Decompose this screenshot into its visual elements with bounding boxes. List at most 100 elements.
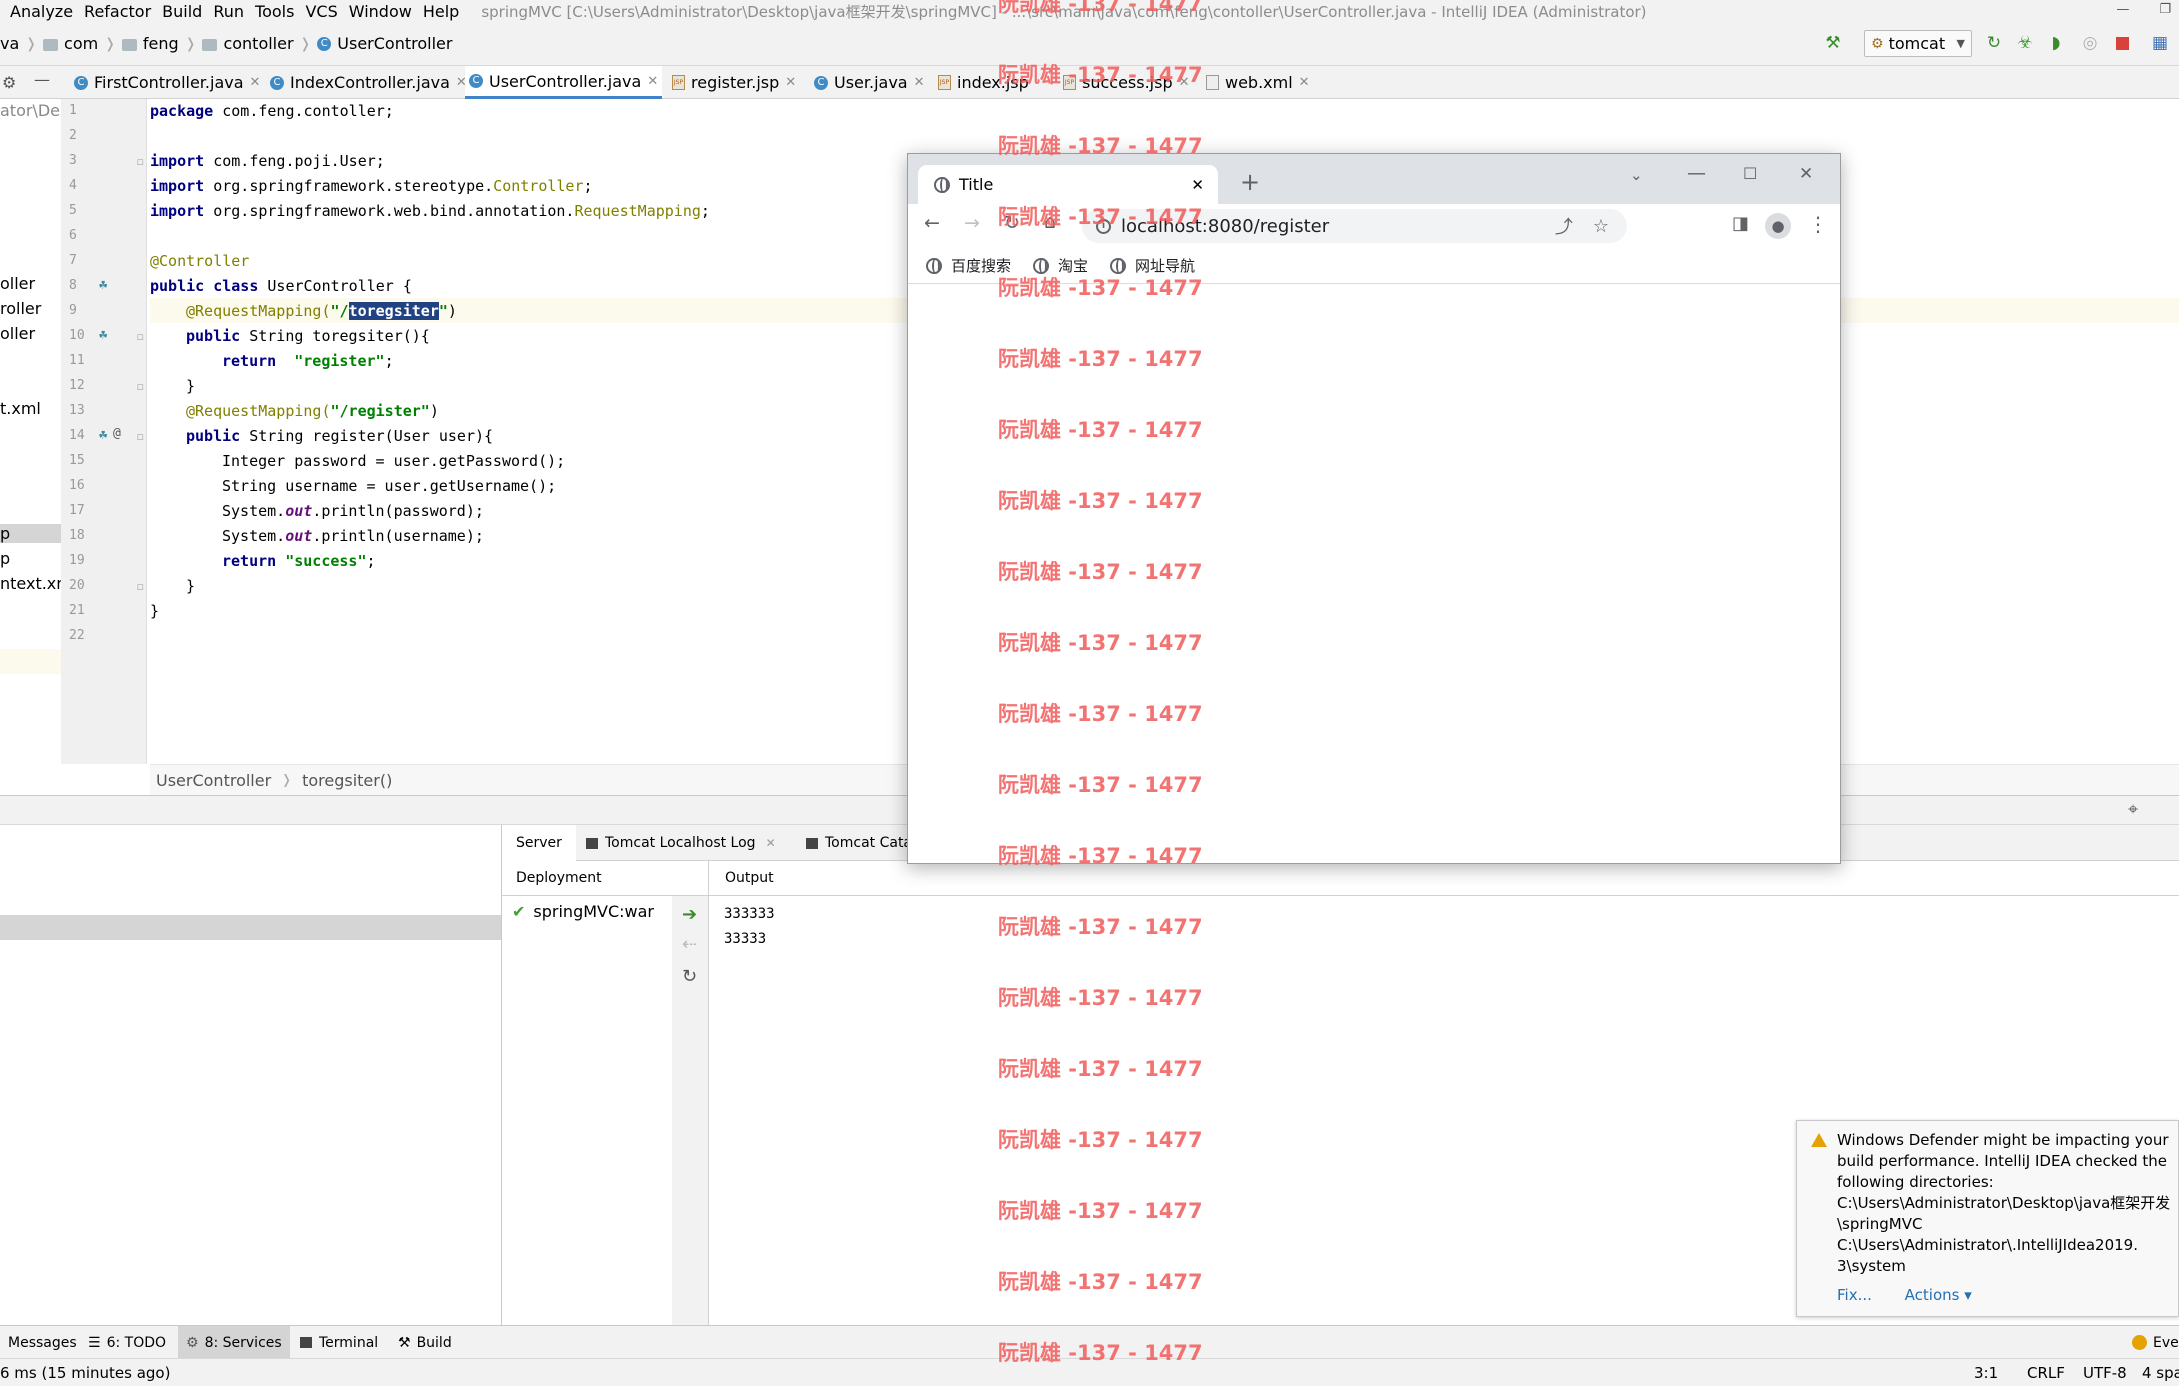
tool-messages[interactable]: Messages [0,1326,85,1359]
breadcrumb-item-usercontroller[interactable]: UserController [337,34,452,53]
spring-bean-icon[interactable]: ☘ [99,277,107,293]
tab-web-xml[interactable]: web.xml ✕ [1202,66,1314,99]
project-item[interactable]: p [0,549,10,568]
tool-services[interactable]: ⚙ 8: Services [178,1326,290,1359]
tab-search-icon[interactable]: ⌄ [1630,166,1643,184]
at-annotation-icon[interactable]: @ [113,426,121,441]
project-item-selected[interactable]: p [0,524,61,543]
output-line: 33333 [724,931,767,947]
close-icon[interactable]: ✕ [766,836,776,850]
fold-icon[interactable]: ◻ [137,430,144,443]
tab-tomcat-localhost-log[interactable]: Tomcat Localhost Log ✕ [572,825,790,861]
project-item[interactable]: oller [0,324,35,343]
minimize-icon[interactable]: — [1687,162,1706,184]
keyword: public [186,327,241,345]
fix-link[interactable]: Fix... [1837,1286,1872,1304]
project-structure-icon[interactable]: ▦ [2150,33,2170,53]
new-tab-icon[interactable]: + [1240,168,1260,196]
profile-icon[interactable]: ◎ [2080,33,2100,53]
settings-gear-icon[interactable]: ⚙ [2,73,16,92]
cursor-position[interactable]: 3:1 [1974,1364,1998,1382]
bookmark-star-icon[interactable]: ☆ [1593,216,1609,237]
tab-usercontroller[interactable]: C UserController.java ✕ [465,66,663,99]
coverage-icon[interactable]: ◗ [2046,33,2066,53]
share-icon[interactable]: ⤴ [1555,213,1573,239]
undeploy-icon[interactable]: ⇠ [682,934,697,955]
menu-window[interactable]: Window [349,2,412,21]
close-icon[interactable]: ✕ [250,75,261,90]
menu-help[interactable]: Help [423,2,459,21]
fold-icon[interactable]: ◻ [137,380,144,393]
debug-icon[interactable]: ☣ [2015,33,2035,53]
deploy-icon[interactable]: ➔ [682,904,697,925]
minimize-icon[interactable]: — [2116,2,2129,17]
fold-icon[interactable]: ◻ [137,155,144,168]
restore-icon[interactable]: ❐ [2159,2,2171,17]
menu-tools[interactable]: Tools [255,2,294,21]
line-separator[interactable]: CRLF [2027,1364,2065,1382]
tool-build[interactable]: ⚒ Build [390,1326,460,1359]
side-panel-icon[interactable]: ◨ [1732,213,1749,234]
file-encoding[interactable]: UTF-8 [2083,1364,2127,1382]
menu-refactor[interactable]: Refactor [84,2,151,21]
close-icon[interactable]: ✕ [785,75,796,90]
project-item[interactable]: ator\Des [0,101,61,120]
code-line: @RequestMapping("/register") [186,399,439,424]
status-message[interactable]: 6 ms (15 minutes ago) [0,1364,170,1382]
stop-icon[interactable] [2112,33,2132,53]
close-icon[interactable]: ✕ [1299,75,1310,90]
breadcrumb-item-feng[interactable]: feng [143,34,179,53]
menu-vcs[interactable]: VCS [305,2,337,21]
tab-register-jsp[interactable]: JSP register.jsp ✕ [668,66,800,99]
spring-mapping-icon[interactable]: ☘ [99,427,107,443]
rerun-icon[interactable]: ↻ [1984,33,2004,53]
tool-terminal[interactable]: Terminal [292,1326,386,1359]
browser-tab[interactable]: Title ✕ [918,165,1218,204]
tab-indexcontroller[interactable]: C IndexController.java ✕ [266,66,471,99]
build-hammer-icon[interactable]: ⚒ [1823,33,1843,53]
actions-dropdown[interactable]: Actions ▾ [1905,1286,1972,1304]
fold-icon[interactable]: ◻ [137,580,144,593]
code-text: .println(password); [312,502,484,520]
services-tree-selected-row[interactable] [0,915,501,940]
breadcrumb-item-contoller[interactable]: contoller [223,34,293,53]
refresh-icon[interactable]: ↻ [682,966,697,987]
tab-server[interactable]: Server [502,825,576,861]
close-icon[interactable]: ✕ [914,75,925,90]
project-item[interactable]: ntext.xm [0,574,61,593]
indent-setting[interactable]: 4 spaces [2142,1364,2179,1382]
crosshair-icon[interactable]: ⌖ [2128,799,2138,820]
menu-kebab-icon[interactable]: ⋮ [1808,212,1828,236]
editor-breadcrumb-class[interactable]: UserController [156,771,271,790]
tab-firstcontroller[interactable]: C FirstController.java ✕ [70,66,264,99]
maximize-icon[interactable]: ☐ [1743,164,1757,183]
watermark-text: 阮凯雄 -137 - 1477 [998,418,1203,442]
window-controls: — ❐ [2086,2,2171,17]
collapse-icon[interactable]: — [34,70,50,89]
tool-todo[interactable]: ☰ 6: TODO [80,1326,174,1359]
close-icon[interactable]: ✕ [647,74,658,89]
editor-breadcrumb-method[interactable]: toregsiter() [302,771,392,790]
fold-icon[interactable]: ◻ [137,330,144,343]
menu-analyze[interactable]: Analyze [10,2,73,21]
menu-build[interactable]: Build [162,2,202,21]
code-text: ; [583,177,593,195]
project-item[interactable]: oller [0,274,35,293]
deployment-item[interactable]: ✔ springMVC:war [512,902,654,921]
profile-avatar-icon[interactable]: ● [1765,213,1791,239]
tab-label: web.xml [1225,73,1293,92]
tool-event-log[interactable]: Even [2124,1326,2179,1359]
forward-icon[interactable]: → [964,212,980,234]
run-configuration-select[interactable]: ⚙ tomcat ▼ [1864,30,1972,57]
spring-mapping-icon[interactable]: ☘ [99,327,107,343]
close-tab-icon[interactable]: ✕ [1191,176,1204,194]
close-window-icon[interactable]: ✕ [1799,164,1813,184]
project-item[interactable]: t.xml [0,399,41,418]
tab-user-java[interactable]: C User.java ✕ [810,66,929,99]
hammer-icon: ⚒ [398,1334,411,1351]
breadcrumb-item-src[interactable]: va [0,34,19,53]
back-icon[interactable]: ← [924,212,940,234]
project-item[interactable]: roller [0,299,41,318]
breadcrumb-item-com[interactable]: com [64,34,98,53]
menu-run[interactable]: Run [213,2,244,21]
